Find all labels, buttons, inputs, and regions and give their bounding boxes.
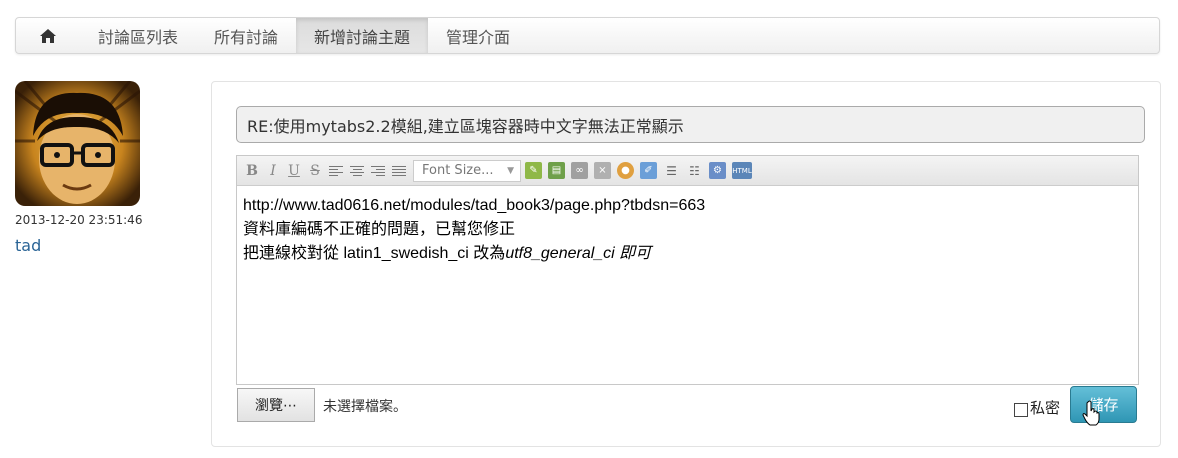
- align-center-icon[interactable]: [348, 162, 366, 180]
- body-line-1: http://www.tad0616.net/modules/tad_book3…: [243, 197, 706, 214]
- editor-content[interactable]: http://www.tad0616.net/modules/tad_book3…: [237, 186, 1138, 274]
- strikethrough-icon[interactable]: S: [306, 162, 324, 180]
- home-icon[interactable]: [39, 28, 57, 44]
- font-size-label: Font Size...: [422, 163, 494, 178]
- settings-icon[interactable]: ⚙: [709, 162, 726, 179]
- post-username[interactable]: tad: [15, 236, 41, 255]
- chevron-down-icon: ▼: [507, 165, 514, 176]
- editor-toolbar: B I U S Font Size... ▼ ✎ ▤ ∞ ⨯ ● ✐ ☰ ☷ ⚙…: [237, 156, 1138, 186]
- nav-item-all-discussions[interactable]: 所有討論: [196, 18, 296, 53]
- body-line-3: 把連線校對從 latin1_swedish_ci 改為utf8_general_…: [243, 242, 1132, 266]
- private-label: 私密: [1030, 399, 1061, 417]
- avatar: [15, 81, 140, 206]
- nav-item-forum-list[interactable]: 討論區列表: [80, 18, 196, 53]
- body-line-3-text: 把連線校對從 latin1_swedish_ci 改為: [243, 245, 506, 262]
- unlink-icon[interactable]: ⨯: [594, 162, 611, 179]
- body-line-3-italic: utf8_general_ci 即可: [505, 245, 652, 262]
- color-icon[interactable]: ●: [617, 162, 634, 179]
- font-size-select[interactable]: Font Size... ▼: [413, 159, 521, 182]
- unordered-list-icon[interactable]: ☷: [686, 162, 703, 179]
- italic-icon[interactable]: I: [264, 162, 282, 180]
- align-right-icon[interactable]: [369, 162, 387, 180]
- justify-icon[interactable]: [390, 162, 408, 180]
- nav-home[interactable]: [16, 18, 80, 53]
- edit-icon[interactable]: ✎: [525, 162, 542, 179]
- title-input[interactable]: [236, 106, 1145, 143]
- top-nav: 討論區列表 所有討論 新增討論主題 管理介面: [15, 17, 1160, 54]
- no-file-selected-label: 未選擇檔案。: [323, 399, 407, 415]
- body-line-2: 資料庫編碼不正確的問題，已幫您修正: [243, 221, 516, 238]
- note-icon[interactable]: ✐: [640, 162, 657, 179]
- html-icon[interactable]: HTML: [732, 162, 752, 179]
- post-timestamp: 2013-12-20 23:51:46: [15, 213, 143, 227]
- rich-text-editor: B I U S Font Size... ▼ ✎ ▤ ∞ ⨯ ● ✐ ☰ ☷ ⚙…: [236, 155, 1139, 385]
- underline-icon[interactable]: U: [285, 162, 303, 180]
- hand-cursor-icon: [1082, 400, 1100, 426]
- link-icon[interactable]: ∞: [571, 162, 588, 179]
- nav-item-new-topic[interactable]: 新增討論主題: [296, 18, 429, 53]
- ordered-list-icon[interactable]: ☰: [663, 162, 680, 179]
- insert-icon[interactable]: ▤: [548, 162, 565, 179]
- bold-icon[interactable]: B: [243, 162, 261, 180]
- align-left-icon[interactable]: [327, 162, 345, 180]
- save-button[interactable]: 儲存: [1070, 386, 1137, 423]
- browse-file-button[interactable]: 瀏覽⋯: [237, 388, 315, 422]
- nav-item-admin[interactable]: 管理介面: [428, 18, 528, 53]
- private-checkbox[interactable]: [1014, 403, 1028, 417]
